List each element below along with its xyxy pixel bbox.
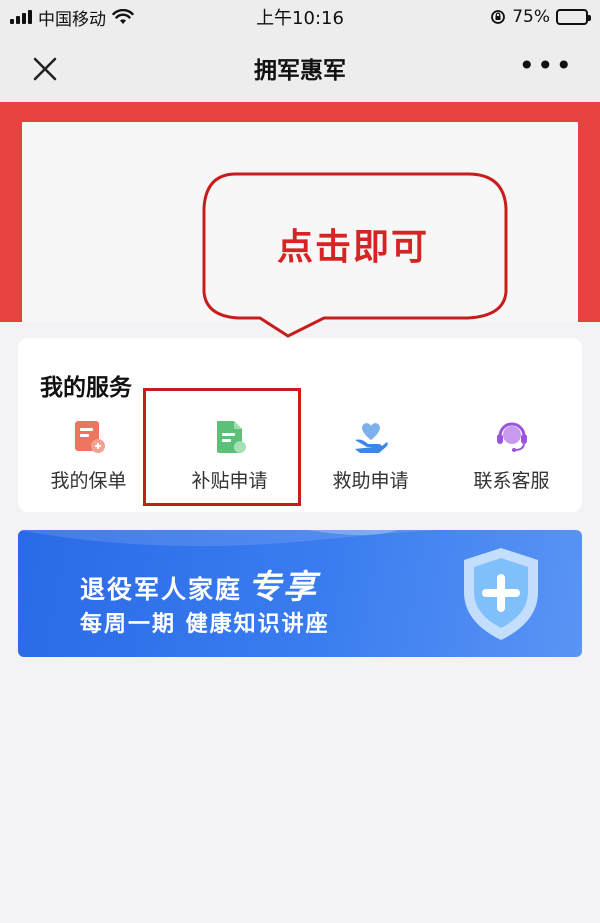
promo-subheadline: 每周一期 健康知识讲座 bbox=[80, 612, 330, 637]
service-my-policy[interactable]: 我的保单 bbox=[18, 418, 159, 502]
nav-bar: 拥军惠军 ••• bbox=[0, 34, 600, 102]
services-title: 我的服务 bbox=[40, 375, 132, 401]
subsidy-document-icon bbox=[216, 421, 246, 453]
carrier-name: 中国移动 bbox=[38, 9, 106, 30]
status-right: 75% bbox=[490, 7, 591, 27]
close-icon[interactable] bbox=[30, 54, 60, 84]
status-bar: 中国移动 上午10:16 75% bbox=[0, 0, 600, 34]
service-aid-application[interactable]: 救助申请 bbox=[300, 418, 441, 502]
promo-headline: 退役军人家庭 专享 bbox=[80, 560, 318, 608]
service-label: 我的保单 bbox=[50, 470, 127, 492]
services-card: 我的服务 我的保单 补贴申请 救助申请 联系客服 bbox=[18, 338, 582, 512]
service-label: 救助申请 bbox=[332, 470, 409, 492]
service-subsidy-application[interactable]: 补贴申请 bbox=[159, 418, 300, 502]
signal-icon bbox=[10, 10, 32, 24]
headset-icon bbox=[496, 422, 527, 452]
wifi-icon bbox=[112, 9, 134, 24]
page-title: 拥军惠军 bbox=[254, 58, 346, 84]
service-label: 联系客服 bbox=[473, 470, 550, 492]
promo-headline-text: 退役军人家庭 bbox=[80, 575, 243, 604]
promo-headline-emphasis: 专享 bbox=[248, 567, 319, 606]
promo-banner[interactable]: 退役军人家庭 专享 每周一期 健康知识讲座 bbox=[18, 530, 582, 657]
callout-text: 点击即可 bbox=[276, 227, 429, 268]
service-contact-support[interactable]: 联系客服 bbox=[441, 418, 582, 502]
battery-icon bbox=[556, 9, 591, 25]
more-icon[interactable]: ••• bbox=[518, 52, 574, 80]
orientation-lock-icon bbox=[491, 10, 506, 24]
shield-icon bbox=[464, 548, 538, 640]
policy-document-icon bbox=[74, 421, 105, 453]
service-label: 补贴申请 bbox=[191, 470, 268, 492]
battery-percent: 75% bbox=[512, 7, 550, 27]
heart-hand-icon bbox=[354, 423, 388, 453]
status-left: 中国移动 bbox=[10, 5, 134, 30]
